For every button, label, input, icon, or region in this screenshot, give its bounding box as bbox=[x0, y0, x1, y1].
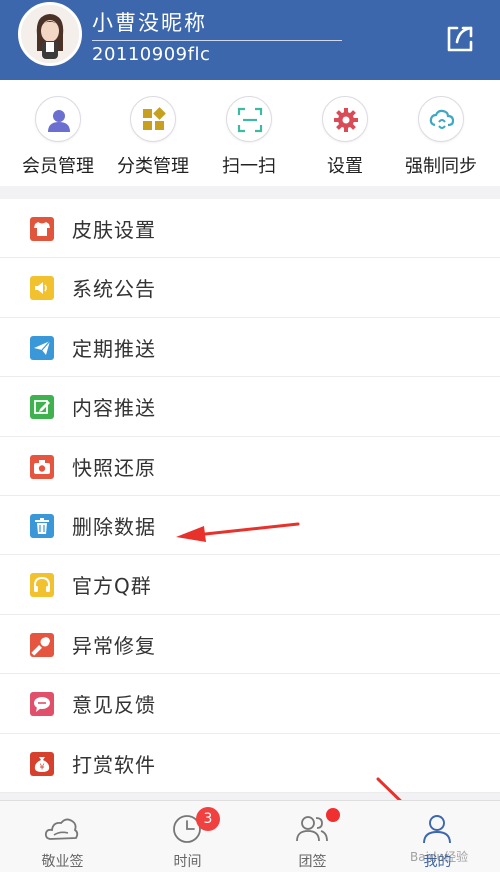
menu-item-label: 异常修复 bbox=[72, 633, 156, 658]
speaker-icon bbox=[30, 276, 54, 301]
trash-icon bbox=[30, 513, 54, 538]
wrench-icon bbox=[30, 632, 54, 657]
quick-action-label: 会员管理 bbox=[22, 156, 94, 177]
edit-icon bbox=[30, 395, 54, 420]
member-management-button[interactable]: 会员管理 bbox=[10, 94, 106, 182]
quick-action-label: 设置 bbox=[327, 156, 363, 177]
watermark: Baidu经验 bbox=[410, 850, 469, 864]
menu-item-skin-settings[interactable]: 皮肤设置 bbox=[0, 199, 500, 259]
tab-label: 敬业签 bbox=[41, 854, 84, 870]
menu-item-label: 皮肤设置 bbox=[72, 218, 156, 242]
member-icon bbox=[35, 96, 81, 142]
username: 小曹没昵称 bbox=[92, 11, 207, 35]
tab-team-sign[interactable]: 团签 bbox=[250, 801, 375, 872]
user-id: 20110909flc bbox=[92, 44, 211, 65]
scan-button[interactable]: 扫一扫 bbox=[201, 94, 297, 182]
menu-item-label: 意见反馈 bbox=[72, 693, 156, 718]
profile-header: 小曹没昵称 20110909flc bbox=[0, 0, 500, 80]
settings-button[interactable]: 设置 bbox=[297, 94, 393, 182]
menu-item-tip-software[interactable]: ¥ 打赏软件 bbox=[0, 734, 500, 793]
menu-item-feedback[interactable]: 意见反馈 bbox=[0, 674, 500, 734]
svg-text:¥: ¥ bbox=[39, 762, 44, 771]
quick-actions: 会员管理 分类管理 扫一扫 设置 强制同步 bbox=[0, 80, 500, 186]
menu-item-content-push[interactable]: 内容推送 bbox=[0, 377, 500, 437]
cloud-icon bbox=[44, 811, 80, 847]
share-icon[interactable] bbox=[443, 22, 477, 56]
settings-menu: 皮肤设置 系统公告 定期推送 内容推送 快照还原 删除数据 官方Q群 异常修复 … bbox=[0, 199, 500, 793]
tab-label: 时间 bbox=[173, 854, 202, 870]
group-icon bbox=[294, 811, 330, 847]
tab-label: 团签 bbox=[298, 854, 327, 870]
username-divider bbox=[92, 40, 342, 41]
menu-item-label: 系统公告 bbox=[72, 277, 156, 302]
avatar[interactable] bbox=[18, 2, 82, 66]
menu-item-label: 官方Q群 bbox=[72, 574, 152, 599]
time-badge: 3 bbox=[196, 807, 220, 831]
headset-icon bbox=[30, 573, 54, 598]
menu-item-label: 定期推送 bbox=[72, 336, 156, 361]
user-icon bbox=[419, 811, 455, 847]
category-management-button[interactable]: 分类管理 bbox=[105, 94, 201, 182]
menu-item-label: 内容推送 bbox=[72, 396, 156, 421]
shirt-icon bbox=[30, 217, 54, 241]
quick-action-label: 分类管理 bbox=[117, 156, 189, 177]
tab-jingye[interactable]: 敬业签 bbox=[0, 801, 125, 872]
menu-item-label: 快照还原 bbox=[72, 455, 156, 480]
tab-time[interactable]: 时间 bbox=[125, 801, 250, 872]
menu-item-label: 打赏软件 bbox=[72, 752, 156, 777]
menu-item-label: 删除数据 bbox=[72, 514, 156, 539]
quick-action-label: 强制同步 bbox=[405, 156, 477, 177]
quick-action-label: 扫一扫 bbox=[222, 156, 276, 177]
money-bag-icon: ¥ bbox=[30, 751, 54, 776]
paper-plane-icon bbox=[30, 335, 54, 360]
menu-item-error-repair[interactable]: 异常修复 bbox=[0, 615, 500, 675]
team-sign-dot-badge bbox=[326, 808, 340, 822]
sync-icon bbox=[418, 96, 464, 142]
category-icon bbox=[130, 96, 176, 142]
menu-item-system-notice[interactable]: 系统公告 bbox=[0, 258, 500, 318]
menu-item-snapshot-restore[interactable]: 快照还原 bbox=[0, 437, 500, 496]
camera-icon bbox=[30, 454, 54, 479]
scan-icon bbox=[226, 96, 272, 142]
force-sync-button[interactable]: 强制同步 bbox=[393, 94, 489, 182]
menu-item-delete-data[interactable]: 删除数据 bbox=[0, 496, 500, 556]
gear-icon bbox=[322, 96, 368, 142]
menu-item-scheduled-push[interactable]: 定期推送 bbox=[0, 318, 500, 378]
chat-icon bbox=[30, 692, 54, 717]
menu-item-official-qq-group[interactable]: 官方Q群 bbox=[0, 555, 500, 615]
